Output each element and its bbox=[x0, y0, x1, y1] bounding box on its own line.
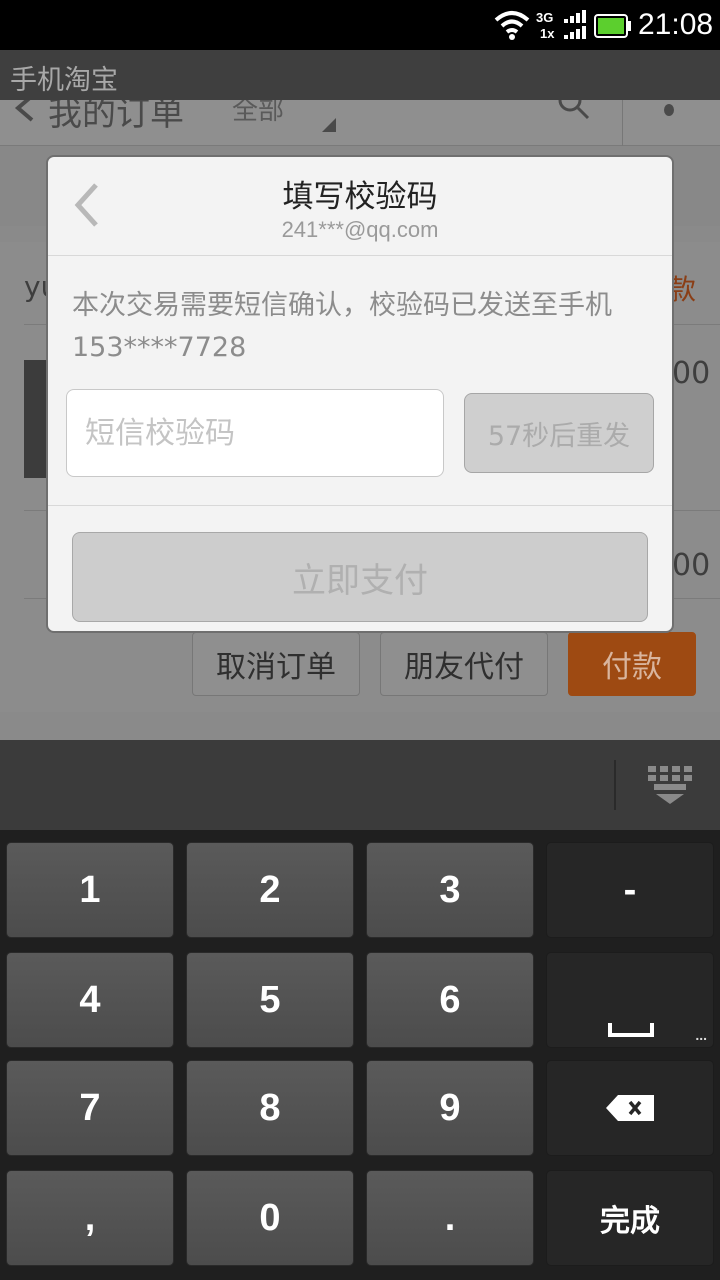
status-bar: 3G 1x 21:08 bbox=[0, 0, 720, 50]
key-7[interactable]: 7 bbox=[6, 1060, 174, 1156]
key-comma[interactable]: , bbox=[6, 1170, 174, 1266]
filter-dropdown-icon bbox=[322, 118, 336, 132]
key-1[interactable]: 1 bbox=[6, 842, 174, 938]
key-0[interactable]: 0 bbox=[186, 1170, 354, 1266]
dialog-account: 241***@qq.com bbox=[281, 217, 439, 242]
order-price: 00 bbox=[672, 356, 711, 391]
network-type-3g: 3G bbox=[536, 10, 554, 25]
backspace-icon bbox=[606, 1095, 654, 1121]
order-nav-bar: 我的订单 全部 bbox=[0, 100, 720, 146]
product-thumbnail[interactable] bbox=[24, 360, 48, 478]
key-6[interactable]: 6 bbox=[366, 952, 534, 1048]
order-total: 00 bbox=[672, 548, 711, 583]
key-backspace[interactable] bbox=[546, 1060, 714, 1156]
key-space[interactable]: ... bbox=[546, 952, 714, 1048]
key-5[interactable]: 5 bbox=[186, 952, 354, 1048]
key-4[interactable]: 4 bbox=[6, 952, 174, 1048]
cancel-order-button[interactable]: 取消订单 bbox=[192, 632, 360, 696]
back-arrow-icon[interactable] bbox=[10, 100, 38, 124]
battery-icon bbox=[594, 14, 631, 38]
divider bbox=[48, 255, 672, 256]
divider bbox=[48, 505, 672, 506]
order-filter[interactable]: 全部 bbox=[232, 100, 284, 127]
more-options-icon[interactable] bbox=[664, 104, 674, 116]
more-symbols-hint: ... bbox=[695, 1027, 707, 1043]
resend-code-button[interactable]: 57秒后重发 bbox=[464, 393, 654, 473]
network-type-1x: 1x bbox=[540, 26, 555, 41]
app-title-bar: 手机淘宝 bbox=[0, 50, 720, 100]
clock: 21:08 bbox=[638, 8, 714, 41]
key-done[interactable]: 完成 bbox=[546, 1170, 714, 1266]
toolbar-divider bbox=[614, 760, 616, 810]
key-8[interactable]: 8 bbox=[186, 1060, 354, 1156]
key-9[interactable]: 9 bbox=[366, 1060, 534, 1156]
keyboard-toolbar bbox=[0, 740, 720, 830]
search-icon[interactable] bbox=[556, 100, 590, 120]
key-dot[interactable]: . bbox=[366, 1170, 534, 1266]
order-page-title: 我的订单 bbox=[48, 100, 184, 134]
numeric-keyboard: 1 2 3 - 4 5 6 ... 7 8 9 , 0 . 完成 bbox=[0, 830, 720, 1280]
nav-divider bbox=[622, 100, 623, 146]
wifi-icon bbox=[494, 11, 530, 40]
friend-pay-button[interactable]: 朋友代付 bbox=[380, 632, 548, 696]
pay-button[interactable]: 付款 bbox=[568, 632, 696, 696]
key-2[interactable]: 2 bbox=[186, 842, 354, 938]
app-title: 手机淘宝 bbox=[10, 65, 118, 96]
pay-now-button[interactable]: 立即支付 bbox=[72, 532, 648, 622]
sms-code-input[interactable] bbox=[66, 389, 444, 477]
sms-notice: 本次交易需要短信确认，校验码已发送至手机153****7728 bbox=[72, 290, 612, 363]
key-3[interactable]: 3 bbox=[366, 842, 534, 938]
hide-keyboard-icon[interactable] bbox=[648, 766, 692, 806]
space-icon bbox=[608, 1023, 654, 1037]
signal-icon: 3G 1x bbox=[536, 10, 588, 42]
verification-dialog: 填写校验码 241***@qq.com 本次交易需要短信确认，校验码已发送至手机… bbox=[46, 155, 674, 633]
dialog-title: 填写校验码 bbox=[282, 179, 438, 215]
key-minus[interactable]: - bbox=[546, 842, 714, 938]
